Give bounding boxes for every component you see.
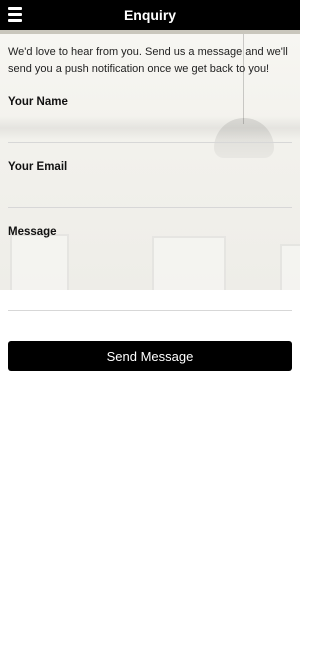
menu-line-middle [8,13,22,16]
name-field-group: Your Name [8,96,292,143]
menu-line-top [8,7,22,10]
top-navigation-bar: Enquiry [0,0,300,30]
send-message-button[interactable]: Send Message [8,341,292,371]
email-input[interactable] [8,179,292,208]
message-textarea[interactable] [8,248,292,311]
hamburger-menu-icon[interactable] [8,7,22,23]
name-input[interactable] [8,114,292,143]
message-label: Message [8,226,57,238]
email-label: Your Email [8,161,68,173]
message-field-group: Message [8,226,292,316]
name-label: Your Name [8,96,68,108]
menu-line-bottom [8,19,22,22]
page-title: Enquiry [123,7,177,23]
enquiry-form-container: We'd love to hear from you. Send us a me… [8,44,292,316]
email-field-group: Your Email [8,161,292,208]
intro-text: We'd love to hear from you. Send us a me… [8,46,288,75]
